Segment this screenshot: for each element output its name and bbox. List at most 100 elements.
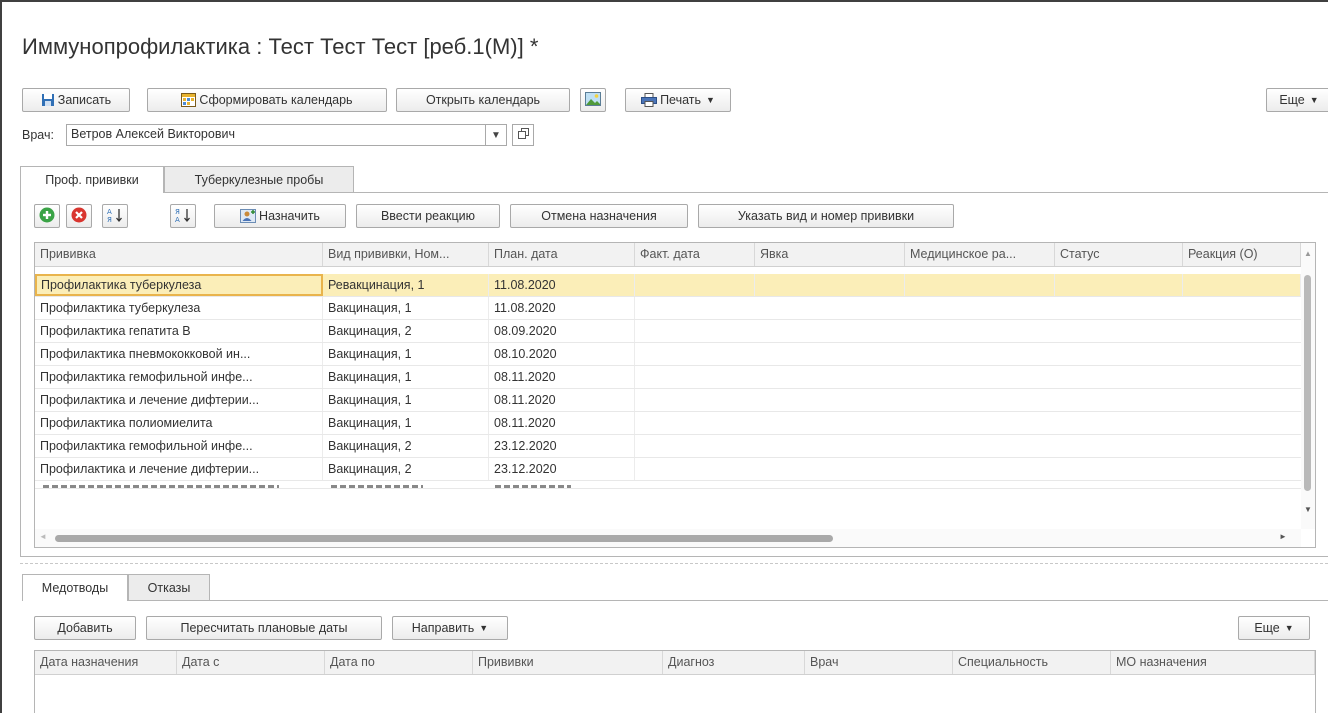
column-header[interactable]: Медицинское ра... — [905, 243, 1055, 266]
splitter[interactable] — [20, 563, 1328, 564]
cell-medical[interactable] — [905, 274, 1055, 296]
cell-plan-date[interactable]: 08.11.2020 — [489, 412, 635, 434]
cell-vaccine[interactable]: Профилактика туберкулеза — [35, 297, 323, 319]
cell-vaccine[interactable]: Профилактика и лечение дифтерии... — [35, 389, 323, 411]
table-row[interactable]: Профилактика гепатита В Вакцинация, 2 08… — [35, 320, 1301, 343]
table-row[interactable]: Профилактика и лечение дифтерии... Вакци… — [35, 458, 1301, 481]
tab-prof-privivki[interactable]: Проф. прививки — [20, 166, 164, 193]
add-button[interactable] — [34, 204, 60, 228]
column-header[interactable]: Дата по — [325, 651, 473, 674]
table-row[interactable] — [35, 481, 1301, 489]
column-header[interactable]: Прививки — [473, 651, 663, 674]
cell-type[interactable]: Вакцинация, 2 — [323, 435, 489, 457]
cell-vaccine[interactable]: Профилактика гемофильной инфе... — [35, 366, 323, 388]
add-medotvod-button[interactable]: Добавить — [34, 616, 136, 640]
assign-button[interactable]: Назначить — [214, 204, 346, 228]
cell-vaccine[interactable]: Профилактика пневмококковой ин... — [35, 343, 323, 365]
column-header[interactable]: МО назначения — [1111, 651, 1315, 674]
more-bottom-button[interactable]: Еще ▼ — [1238, 616, 1310, 640]
cell-vaccine[interactable]: Профилактика полиомиелита — [35, 412, 323, 434]
table-row[interactable]: Профилактика туберкулеза Ревакцинация, 1… — [35, 274, 1301, 297]
cell-vaccine[interactable]: Профилактика гемофильной инфе... — [35, 435, 323, 457]
specify-vaccine-button[interactable]: Указать вид и номер прививки — [698, 204, 954, 228]
column-header[interactable]: Специальность — [953, 651, 1111, 674]
column-header[interactable]: Диагноз — [663, 651, 805, 674]
delete-button[interactable] — [66, 204, 92, 228]
add-icon — [39, 207, 55, 226]
doctor-field[interactable]: Ветров Алексей Викторович — [66, 124, 486, 146]
column-header[interactable]: Прививка — [35, 243, 323, 266]
doctor-dropdown-button[interactable]: ▼ — [485, 124, 507, 146]
table-row[interactable]: Профилактика и лечение дифтерии... Вакци… — [35, 389, 1301, 412]
tab-otkazy[interactable]: Отказы — [128, 574, 210, 600]
print-button[interactable]: Печать ▼ — [625, 88, 731, 112]
send-label: Направить — [411, 621, 475, 635]
cell-type[interactable]: Вакцинация, 1 — [323, 389, 489, 411]
cell-type[interactable]: Вакцинация, 1 — [323, 366, 489, 388]
image-button[interactable] — [580, 88, 606, 112]
cell-plan-date[interactable]: 08.11.2020 — [489, 366, 635, 388]
chevron-down-icon: ▼ — [491, 129, 501, 141]
column-header[interactable]: Дата с — [177, 651, 325, 674]
cell-plan-date[interactable]: 11.08.2020 — [489, 297, 635, 319]
vertical-scroll-thumb[interactable] — [1304, 275, 1311, 491]
scroll-left-icon[interactable]: ◄ — [39, 532, 47, 541]
enter-reaction-button[interactable]: Ввести реакцию — [356, 204, 500, 228]
table-row[interactable]: Профилактика туберкулеза Вакцинация, 1 1… — [35, 297, 1301, 320]
column-header[interactable]: План. дата — [489, 243, 635, 266]
cell-status[interactable] — [1055, 274, 1183, 296]
cell-type[interactable]: Вакцинация, 1 — [323, 343, 489, 365]
print-label: Печать — [660, 93, 702, 107]
sort-desc-button[interactable]: ЯA — [170, 204, 196, 228]
column-header[interactable]: Явка — [755, 243, 905, 266]
column-header[interactable]: Статус — [1055, 243, 1183, 266]
cell-plan-date[interactable]: 11.08.2020 — [489, 274, 635, 296]
cell-plan-date[interactable]: 08.09.2020 — [489, 320, 635, 342]
cell-type[interactable]: Вакцинация, 2 — [323, 458, 489, 480]
table-row[interactable]: Профилактика гемофильной инфе... Вакцина… — [35, 435, 1301, 458]
cell-type[interactable]: Вакцинация, 1 — [323, 297, 489, 319]
horizontal-scroll-thumb[interactable] — [55, 535, 833, 542]
cell-attendance[interactable] — [755, 274, 905, 296]
cell-type[interactable]: Вакцинация, 1 — [323, 412, 489, 434]
table-row[interactable]: Профилактика пневмококковой ин... Вакцин… — [35, 343, 1301, 366]
column-header[interactable]: Врач — [805, 651, 953, 674]
cell-plan-date[interactable]: 23.12.2020 — [489, 458, 635, 480]
assign-user-icon — [240, 209, 257, 223]
open-calendar-button[interactable]: Открыть календарь — [396, 88, 570, 112]
cancel-assign-button[interactable]: Отмена назначения — [510, 204, 688, 228]
cell-fact-date[interactable] — [635, 274, 755, 296]
scroll-right-icon[interactable]: ► — [1279, 532, 1287, 541]
form-calendar-button[interactable]: Сформировать календарь — [147, 88, 387, 112]
table-row[interactable]: Профилактика гемофильной инфе... Вакцина… — [35, 366, 1301, 389]
cell-vaccine[interactable]: Профилактика и лечение дифтерии... — [35, 458, 323, 480]
scroll-down-icon[interactable]: ▼ — [1304, 505, 1312, 514]
cell-type[interactable]: Ревакцинация, 1 — [323, 274, 489, 296]
cell-plan-date[interactable]: 08.11.2020 — [489, 389, 635, 411]
sort-asc-button[interactable]: AЯ — [102, 204, 128, 228]
more-button[interactable]: Еще ▼ — [1266, 88, 1328, 112]
save-button[interactable]: Записать — [22, 88, 130, 112]
column-header[interactable]: Реакция (О) — [1183, 243, 1301, 266]
cell-vaccine[interactable]: Профилактика гепатита В — [35, 320, 323, 342]
cell-plan-date[interactable]: 23.12.2020 — [489, 435, 635, 457]
cell-type[interactable]: Вакцинация, 2 — [323, 320, 489, 342]
cell-vaccine[interactable]: Профилактика туберкулеза — [35, 274, 323, 296]
cell-reaction[interactable] — [1183, 274, 1301, 296]
scroll-up-icon[interactable]: ▲ — [1304, 249, 1312, 258]
column-header[interactable]: Дата назначения — [35, 651, 177, 674]
column-header[interactable]: Вид прививки, Ном... — [323, 243, 489, 266]
doctor-open-button[interactable] — [512, 124, 534, 146]
send-button[interactable]: Направить ▼ — [392, 616, 508, 640]
tab-medotvody[interactable]: Медотводы — [22, 574, 128, 601]
medotvod-table: Дата назначения Дата с Дата по Прививки … — [34, 650, 1316, 713]
recalc-dates-button[interactable]: Пересчитать плановые даты — [146, 616, 382, 640]
cell-plan-date[interactable]: 08.10.2020 — [489, 343, 635, 365]
table-row[interactable]: Профилактика полиомиелита Вакцинация, 1 … — [35, 412, 1301, 435]
vertical-scrollbar[interactable]: ▲ ▼ — [1301, 243, 1315, 529]
more-bottom-label: Еще — [1254, 621, 1280, 635]
chevron-down-icon: ▼ — [1309, 95, 1319, 105]
tab-tuberkulin[interactable]: Туберкулезные пробы — [164, 166, 354, 192]
horizontal-scrollbar[interactable]: ◄ ► — [35, 529, 1301, 547]
column-header[interactable]: Факт. дата — [635, 243, 755, 266]
